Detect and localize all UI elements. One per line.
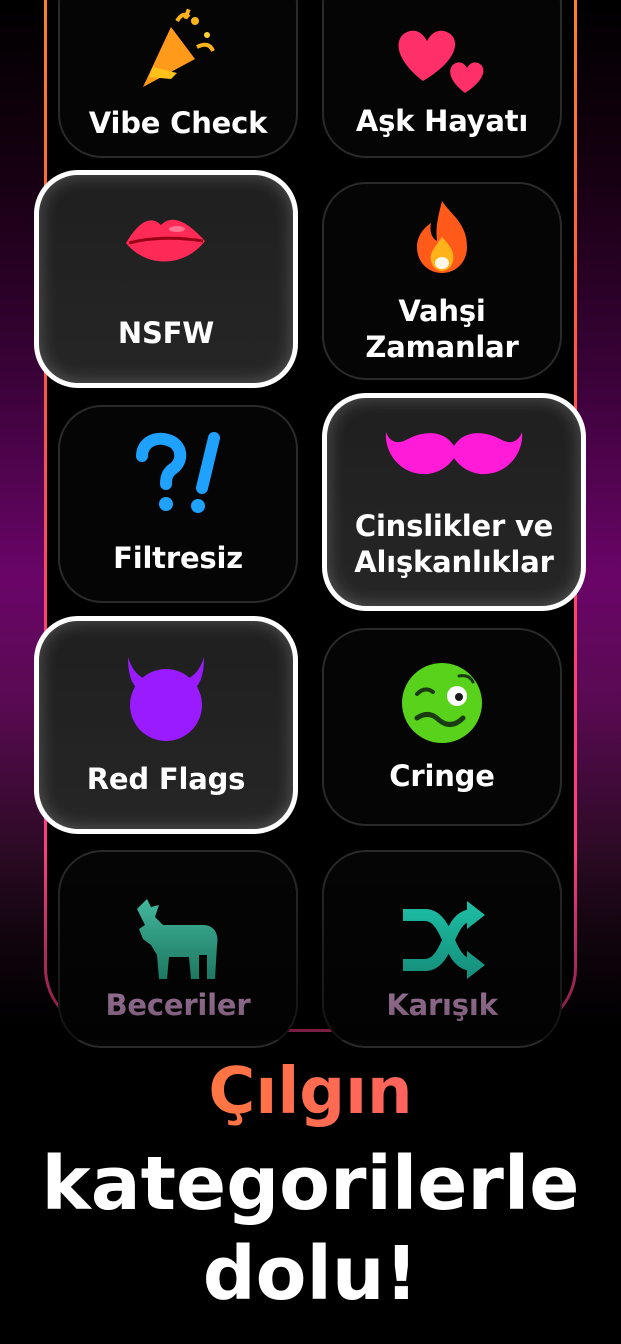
category-tile-filtresiz[interactable]: Filtresiz	[58, 405, 298, 603]
category-tile-vahsi-zamanlar[interactable]: Vahşi Zamanlar	[322, 182, 562, 380]
category-tile-beceriler[interactable]: Beceriler	[58, 850, 298, 1048]
category-tile-cinslikler[interactable]: Cinslikler ve Alışkanlıklar	[322, 393, 586, 611]
category-tile-vibe-check[interactable]: Vibe Check	[58, 0, 298, 158]
category-label: Vibe Check	[88, 106, 268, 140]
mustache-icon	[385, 432, 523, 475]
category-label: Red Flags	[86, 762, 246, 796]
devil-icon	[128, 657, 204, 741]
category-label-line2: Zamanlar	[365, 330, 519, 364]
category-label-line2: Alışkanlıklar	[354, 545, 554, 579]
category-label: Cringe	[389, 759, 495, 793]
woozy-face-icon	[402, 663, 482, 743]
category-tile-nsfw[interactable]: NSFW	[34, 170, 298, 388]
headline-accent: Çılgın	[0, 1050, 621, 1134]
lips-icon	[126, 219, 205, 262]
headline-line2: kategorilerle	[41, 1141, 580, 1227]
goat-icon	[137, 899, 218, 979]
category-label-line1: Cinslikler ve	[354, 509, 554, 543]
category-tile-red-flags[interactable]: Red Flags	[34, 616, 298, 834]
headline-line3: dolu!	[202, 1231, 419, 1317]
category-tile-cringe[interactable]: Cringe	[322, 628, 562, 826]
party-popper-icon	[143, 8, 215, 87]
category-label: Beceriler	[105, 988, 251, 1022]
category-label: NSFW	[117, 316, 215, 350]
fire-icon	[417, 201, 467, 273]
category-label-line1: Vahşi	[398, 294, 486, 328]
question-exclamation-icon	[136, 432, 220, 513]
category-label: Filtresiz	[113, 541, 243, 575]
category-tile-karisik[interactable]: Karışık	[322, 850, 562, 1048]
category-tile-ask-hayati[interactable]: Aşk Hayatı	[322, 0, 562, 158]
hearts-icon	[398, 30, 484, 93]
category-label: Karışık	[386, 988, 498, 1022]
category-label: Aşk Hayatı	[355, 104, 529, 138]
shuffle-icon	[403, 901, 485, 979]
